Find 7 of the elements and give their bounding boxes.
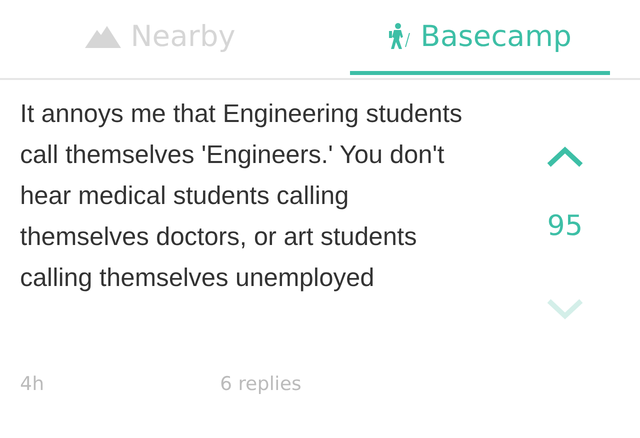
replies-link[interactable]: 6 replies: [220, 373, 302, 395]
mountain-icon: [84, 24, 121, 48]
vote-count: 95: [547, 209, 583, 242]
post-age: 4h: [20, 373, 46, 395]
tab[interactable]: Basecamp: [320, 0, 640, 78]
post-text: It annoys me that Engineering students call themselves 'Engineers.' You don't hear medical students calling themselves doctors, or art students calling themselves unemployed: [20, 99, 464, 294]
hiker-icon: [388, 23, 410, 49]
